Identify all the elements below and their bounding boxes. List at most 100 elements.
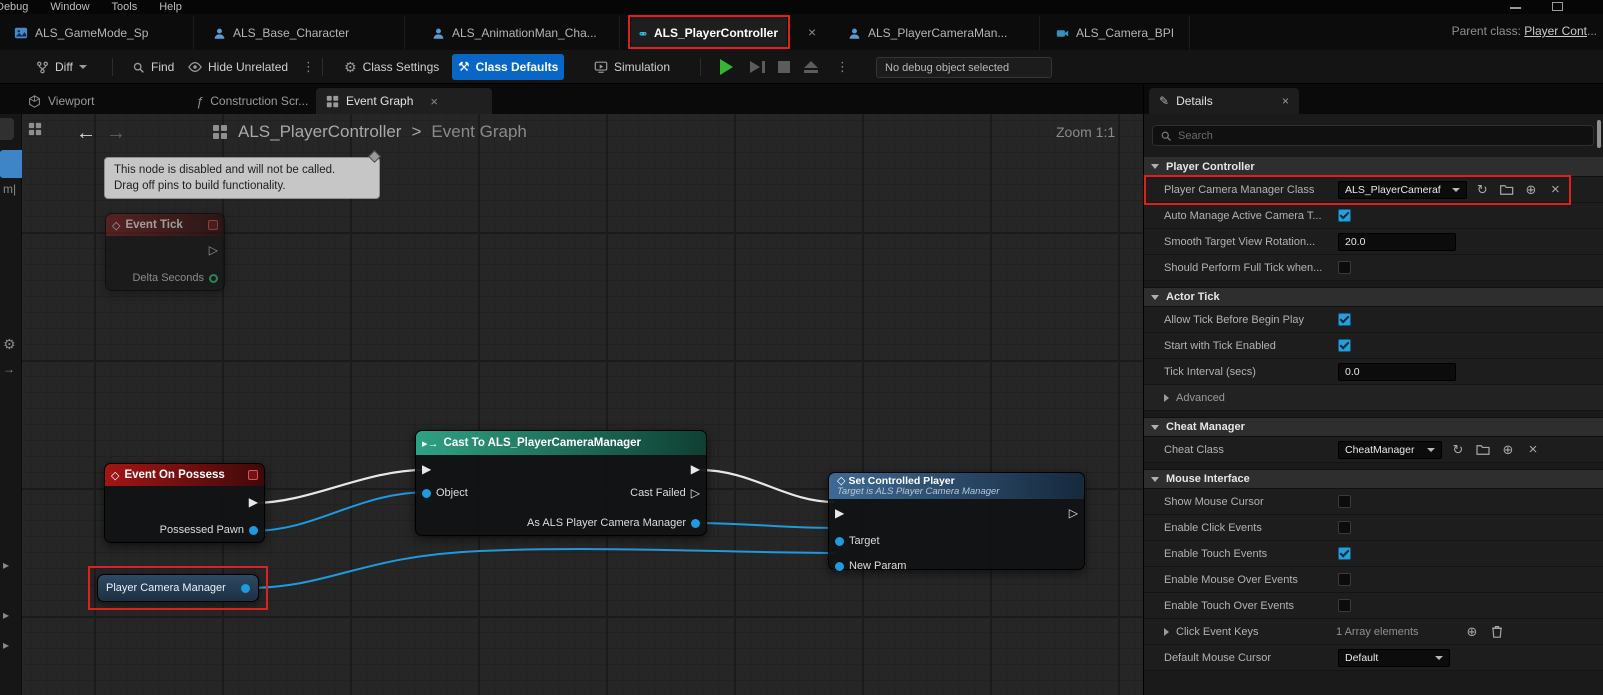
- exec-in-pin[interactable]: ▶: [422, 463, 431, 475]
- stop-icon: [778, 61, 790, 73]
- section-player-controller[interactable]: Player Controller: [1144, 157, 1603, 177]
- use-selected-icon[interactable]: ↻: [1449, 443, 1467, 456]
- clear-icon[interactable]: ×: [1524, 442, 1542, 457]
- close-tab-icon[interactable]: ×: [1282, 94, 1289, 108]
- parent-class-link[interactable]: Player Cont: [1524, 24, 1587, 38]
- nav-forward-arrow[interactable]: →: [106, 122, 126, 145]
- tab-als-camera-bpi[interactable]: ALS_Camera_BPI: [1048, 16, 1190, 50]
- diff-button[interactable]: Diff: [30, 54, 93, 80]
- cast-failed-pin[interactable]: Cast Failed ▷: [630, 487, 700, 499]
- node-cast-to-als-playercameramanager[interactable]: ▸→ Cast To ALS_PlayerCameraManager ▶ Obj…: [415, 430, 707, 536]
- mouse-over-checkbox[interactable]: [1338, 573, 1351, 586]
- menu-debug[interactable]: Debug: [0, 1, 39, 13]
- exec-out-pin[interactable]: ▷: [1069, 507, 1078, 519]
- section-actor-tick[interactable]: Actor Tick: [1144, 287, 1603, 307]
- class-settings-button[interactable]: ⚙ Class Settings: [338, 54, 445, 80]
- add-icon[interactable]: ⊕: [1522, 183, 1539, 196]
- target-pin[interactable]: Target: [835, 535, 880, 547]
- browse-folder-icon[interactable]: [1498, 184, 1515, 196]
- search-input[interactable]: [1178, 130, 1586, 142]
- breadcrumb-root[interactable]: ALS_PlayerController: [238, 122, 401, 142]
- section-mouse-interface[interactable]: Mouse Interface: [1144, 469, 1603, 489]
- breadcrumb-leaf[interactable]: Event Graph: [431, 122, 526, 142]
- exec-out-pin[interactable]: ▷: [209, 244, 218, 256]
- arrow-icon[interactable]: →: [3, 362, 15, 376]
- exec-in-pin[interactable]: ▶: [835, 507, 844, 519]
- new-param-pin[interactable]: New Param: [835, 560, 906, 572]
- panel-icon[interactable]: ▸: [3, 558, 9, 572]
- default-cursor-dropdown[interactable]: Default: [1338, 649, 1450, 667]
- close-tab-icon[interactable]: ×: [808, 24, 816, 40]
- stop-button[interactable]: [772, 54, 796, 80]
- click-events-checkbox[interactable]: [1338, 521, 1351, 534]
- graph-dropdown[interactable]: [28, 122, 48, 136]
- tab-als-playercontroller[interactable]: ALS_PlayerController: [631, 16, 787, 50]
- browse-folder-icon[interactable]: [1474, 444, 1492, 456]
- panel-icon[interactable]: ▸: [3, 608, 9, 622]
- close-tab-icon[interactable]: ×: [430, 94, 438, 109]
- trash-icon[interactable]: [1488, 625, 1506, 638]
- tab-construction-script[interactable]: ƒ Construction Scr...: [186, 88, 318, 114]
- tab-als-animationman[interactable]: ALS_AnimationMan_Cha...: [424, 16, 620, 50]
- row-advanced-expander[interactable]: Advanced: [1144, 385, 1603, 411]
- add-element-icon[interactable]: ⊕: [1463, 625, 1481, 638]
- play-options-icon[interactable]: ⋮: [836, 59, 849, 75]
- start-tick-checkbox[interactable]: [1338, 339, 1351, 352]
- delta-seconds-pin[interactable]: Delta Seconds: [132, 272, 218, 284]
- hide-unrelated-options-icon[interactable]: ⋮: [302, 59, 315, 75]
- menu-tools[interactable]: Tools: [101, 1, 149, 13]
- event-graph-canvas[interactable]: ← → ALS_PlayerController > Event Graph Z…: [0, 114, 1143, 695]
- node-set-controlled-player[interactable]: ◇ Set Controlled Player Target is ALS Pl…: [828, 472, 1085, 570]
- tab-details[interactable]: ✎ Details ×: [1149, 88, 1299, 114]
- simulation-button[interactable]: Simulation: [588, 54, 676, 80]
- add-icon[interactable]: ⊕: [1499, 443, 1517, 456]
- touch-over-checkbox[interactable]: [1338, 599, 1351, 612]
- exec-out-pin[interactable]: ▶: [691, 463, 700, 475]
- disabled-node-tooltip: This node is disabled and will not be ca…: [104, 157, 380, 199]
- as-player-camera-manager-pin[interactable]: As ALS Player Camera Manager: [527, 517, 700, 529]
- cheat-class-dropdown[interactable]: CheatManager: [1338, 441, 1442, 459]
- gear-icon[interactable]: ⚙: [3, 336, 16, 353]
- find-button[interactable]: Find: [126, 54, 180, 80]
- touch-events-checkbox[interactable]: [1338, 547, 1351, 560]
- tick-interval-field[interactable]: 0.0: [1338, 363, 1456, 381]
- debug-object-dropdown[interactable]: No debug object selected: [876, 57, 1052, 78]
- object-pin-icon[interactable]: [241, 584, 250, 593]
- eject-button[interactable]: [798, 54, 824, 80]
- exec-out-pin[interactable]: ▶: [249, 496, 258, 508]
- object-pin[interactable]: Object: [422, 487, 468, 499]
- tab-als-playercameraman[interactable]: ALS_PlayerCameraMan...: [840, 16, 1040, 50]
- scrollbar-thumb[interactable]: [1597, 120, 1601, 148]
- section-cheat-manager[interactable]: Cheat Manager: [1144, 417, 1603, 437]
- menu-window[interactable]: Window: [39, 1, 100, 13]
- show-cursor-checkbox[interactable]: [1338, 495, 1351, 508]
- full-tick-checkbox[interactable]: [1338, 261, 1351, 274]
- gamepad-icon: [639, 26, 647, 41]
- tab-event-graph[interactable]: Event Graph ×: [316, 88, 492, 114]
- minimize-icon[interactable]: [1510, 2, 1521, 9]
- node-event-tick[interactable]: ◇ Event Tick ▷ Delta Seconds: [105, 213, 225, 291]
- possessed-pawn-pin[interactable]: Possessed Pawn: [160, 524, 258, 536]
- selected-panel-icon[interactable]: [0, 150, 22, 178]
- pcm-class-dropdown[interactable]: ALS_PlayerCameraf: [1338, 181, 1467, 199]
- play-button[interactable]: [714, 54, 739, 80]
- tab-als-base-character[interactable]: ALS_Base_Character: [205, 16, 405, 50]
- auto-manage-checkbox[interactable]: [1338, 209, 1351, 222]
- panel-icon[interactable]: [0, 118, 14, 140]
- details-search[interactable]: [1152, 125, 1594, 146]
- panel-icon[interactable]: ▸: [3, 638, 9, 652]
- hide-unrelated-button[interactable]: Hide Unrelated: [182, 54, 294, 80]
- allow-tick-checkbox[interactable]: [1338, 313, 1351, 326]
- tab-als-gamemode[interactable]: ALS_GameMode_Sp: [6, 16, 194, 50]
- menu-help[interactable]: Help: [148, 1, 193, 13]
- use-selected-icon[interactable]: ↻: [1474, 183, 1491, 196]
- nav-back-arrow[interactable]: ←: [76, 122, 96, 145]
- node-get-player-camera-manager[interactable]: Player Camera Manager: [97, 574, 259, 602]
- smooth-rotation-field[interactable]: 20.0: [1338, 233, 1456, 251]
- node-event-on-possess[interactable]: ◇ Event On Possess ▶ Possessed Pawn: [104, 463, 265, 543]
- maximize-icon[interactable]: [1552, 2, 1563, 11]
- tab-viewport[interactable]: Viewport: [18, 88, 104, 114]
- clear-icon[interactable]: ×: [1547, 182, 1564, 197]
- class-defaults-button[interactable]: ⚒ Class Defaults: [452, 54, 564, 80]
- frame-skip-button[interactable]: [744, 54, 771, 80]
